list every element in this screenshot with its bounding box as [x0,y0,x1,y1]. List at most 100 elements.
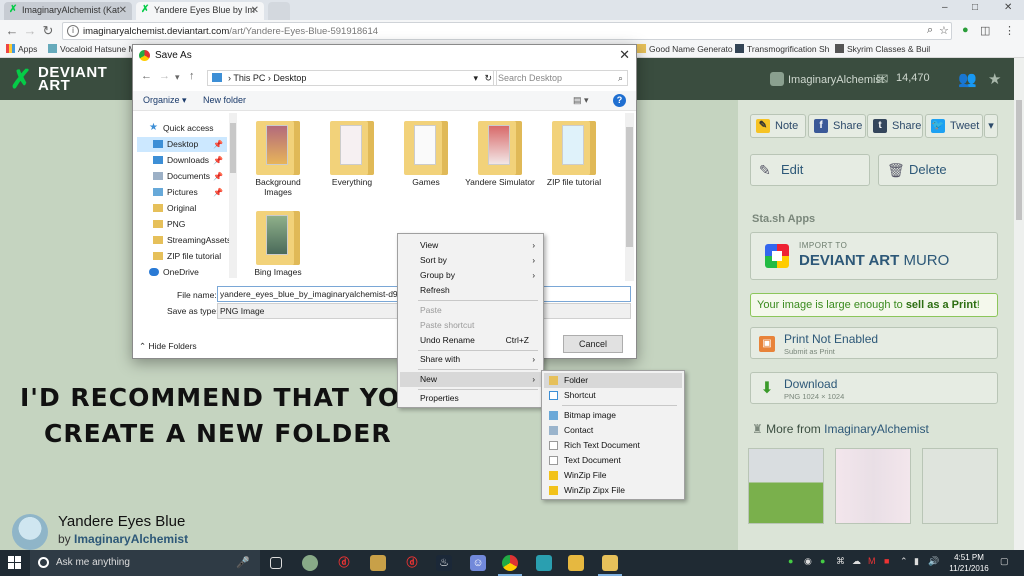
onedrive-icon[interactable]: ☁ [852,556,861,567]
cortana-search[interactable]: Ask me anything 🎤 [30,550,260,576]
organize-button[interactable]: Organize ▾ [143,95,187,106]
menu-item-paste-shortcut[interactable]: Paste shortcut [400,318,541,333]
import-to-muro-button[interactable]: IMPORT TO DEVIANT ART MURO [750,232,998,280]
app-icon[interactable] [536,555,552,571]
info-icon[interactable]: i [67,25,79,37]
author-avatar[interactable] [12,514,48,550]
menu-item-paste[interactable]: Paste [400,303,541,318]
back-arrow-icon[interactable]: ← [141,70,152,82]
tree-item-onedrive[interactable]: OneDrive [137,265,227,278]
minimize-button[interactable]: – [942,2,948,13]
more-from-thumbnail[interactable] [748,448,824,524]
folder-item-background-images[interactable]: Background Images [243,117,313,207]
pin-icon[interactable]: 📌 [213,153,223,168]
more-from-heading[interactable]: ♜ More from ImaginaryAlchemist [752,422,929,436]
bookmark-apps[interactable]: Apps [6,44,37,54]
menu-item-refresh[interactable]: Refresh [400,283,541,298]
bookmark-transmogrification[interactable]: Transmogrification Sh [735,44,829,54]
menu-item-sort-by[interactable]: Sort by › [400,253,541,268]
tray-icon[interactable]: ■ [884,556,889,566]
chevron-down-icon[interactable]: ▾ [473,71,478,85]
more-from-thumbnail[interactable] [835,448,911,524]
deviantart-app-icon[interactable]: ⓓ [404,555,420,571]
submenu-item-text-document[interactable]: Text Document [544,453,682,468]
share-more-button[interactable]: ▾ [984,114,998,138]
hide-folders-button[interactable]: ⌃ Hide Folders [139,341,197,352]
view-options-icon[interactable]: ▤ ▾ [573,95,589,106]
network-icon[interactable]: ▮ [914,556,919,567]
tree-item-original[interactable]: Original [137,201,227,216]
tree-item-zip-tutorial[interactable]: ZIP file tutorial [137,249,227,264]
submenu-item-winzip-zipx[interactable]: WinZip Zipx File [544,483,682,498]
pin-icon[interactable]: 📌 [213,169,223,184]
tree-item-quick-access[interactable]: ★ Quick access [137,121,227,136]
tree-item-documents[interactable]: Documents 📌 [137,169,227,184]
sell-as-print-notice[interactable]: Your image is large enough to sell as a … [750,293,998,317]
extension-icon[interactable]: ● [962,24,969,36]
task-view-icon[interactable] [270,557,282,569]
favourites-star-icon[interactable]: ★ [988,70,1001,88]
tumblr-share-button[interactable]: t Share [867,114,923,138]
bookmark-skyrim[interactable]: Skyrim Classes & Buil [835,44,930,54]
bookmark-vocaloid[interactable]: Vocaloid Hatsune M [48,44,136,54]
submenu-item-winzip[interactable]: WinZip File [544,468,682,483]
folder-item-zip-tutorial[interactable]: ZIP file tutorial [539,117,609,207]
pin-icon[interactable]: 📌 [213,185,223,200]
header-user[interactable]: ImaginaryAlchemist [770,72,884,86]
submenu-item-folder[interactable]: Folder [544,373,682,388]
volume-icon[interactable]: 🔊 [928,556,939,567]
recent-locations-icon[interactable]: ▾ [175,72,180,83]
close-dialog-icon[interactable]: ✕ [619,47,630,63]
delete-button[interactable]: 🗑 Delete [878,154,998,186]
notes-count[interactable]: 14,470 [896,72,930,84]
discord-icon[interactable]: ☺ [470,555,486,571]
tree-item-downloads[interactable]: Downloads 📌 [137,153,227,168]
folder-item-games[interactable]: Games [391,117,461,207]
address-bar[interactable]: i imaginaryalchemist.deviantart.com/art/… [62,22,952,40]
pin-icon[interactable]: 📌 [213,137,223,152]
submenu-item-rich-text[interactable]: Rich Text Document [544,438,682,453]
microphone-icon[interactable]: 🎤 [236,556,250,569]
watchers-icon[interactable]: 👥 [958,70,977,88]
tray-icon[interactable]: ● [820,556,825,566]
tab-yandere-eyes-blue[interactable]: ✗ Yandere Eyes Blue by Im ✕ [136,2,264,20]
tree-item-pictures[interactable]: Pictures 📌 [137,185,227,200]
tree-item-png[interactable]: PNG [137,217,227,232]
more-from-thumbnail[interactable] [922,448,998,524]
file-explorer-icon[interactable] [598,555,622,576]
notes-icon[interactable]: ✉ [876,70,889,88]
menu-item-group-by[interactable]: Group by › [400,268,541,283]
breadcrumb-desktop[interactable]: Desktop [273,73,306,83]
up-arrow-icon[interactable]: ↑ [189,70,195,82]
forward-arrow-icon[interactable]: → [159,70,170,82]
menu-icon[interactable]: ⋮ [1004,24,1015,37]
close-window-button[interactable]: ✕ [1004,2,1012,13]
navigation-scrollbar[interactable] [229,113,237,278]
chevron-up-icon[interactable]: ⌃ [900,556,908,567]
tree-item-streamingassets[interactable]: StreamingAssets [137,233,231,248]
note-button[interactable]: ✎ Note [750,114,806,138]
tray-icon[interactable]: M [868,556,876,566]
gamepad-icon[interactable]: ⌘ [836,556,845,567]
menu-item-undo-rename[interactable]: Undo Rename Ctrl+Z [400,333,541,348]
author-link[interactable]: ImaginaryAlchemist [74,532,188,546]
file-list-scrollbar[interactable] [625,113,634,281]
app-icon[interactable] [370,555,386,571]
cancel-button[interactable]: Cancel [563,335,623,353]
submenu-item-contact[interactable]: Contact [544,423,682,438]
help-icon[interactable]: ? [613,94,626,107]
search-input[interactable]: Search Desktop ⌕ [493,70,628,86]
bookmark-star-icon[interactable]: ☆ [939,24,949,37]
folder-item-everything[interactable]: Everything [317,117,387,207]
app-icon[interactable] [302,555,318,571]
app-icon[interactable] [568,555,584,571]
zoom-icon[interactable]: ⌕ [927,24,933,37]
new-tab-button[interactable] [268,2,290,20]
reload-icon[interactable]: ↻ [40,23,56,39]
folder-item-yandere-simulator[interactable]: Yandere Simulator [465,117,535,207]
maximize-button[interactable]: □ [972,2,978,13]
breadcrumb[interactable]: › This PC › Desktop ▾ ↻ [207,70,497,86]
dialog-titlebar[interactable]: Save As ✕ [133,45,636,67]
close-tab-icon[interactable]: ✕ [251,2,259,19]
forward-arrow-icon[interactable]: → [22,23,38,39]
